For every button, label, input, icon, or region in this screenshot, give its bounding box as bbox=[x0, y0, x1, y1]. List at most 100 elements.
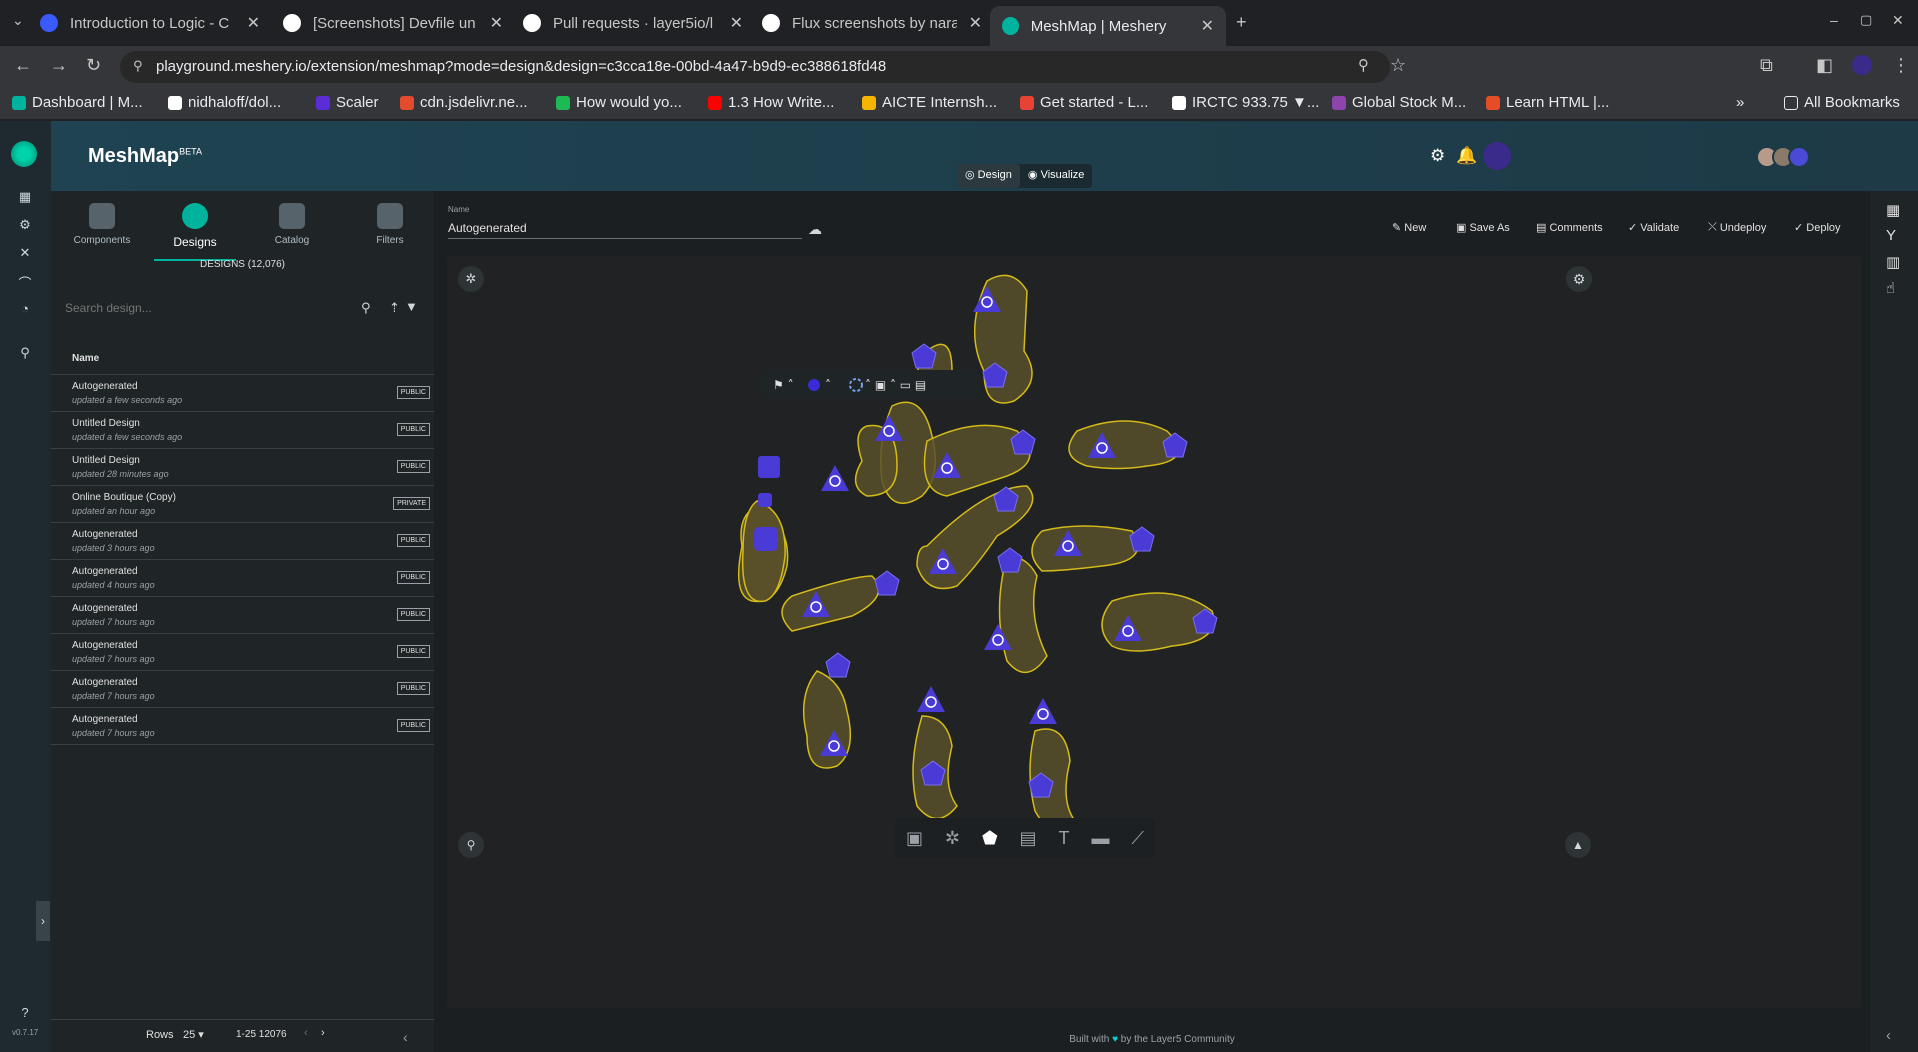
list-item[interactable]: Autogenerated updated 4 hours ago PUBLIC bbox=[51, 560, 434, 597]
close-icon[interactable]: ✕ bbox=[490, 13, 503, 33]
canvas-settings-icon[interactable]: ⚙ bbox=[1566, 266, 1592, 292]
tab-components[interactable]: Components bbox=[64, 203, 140, 246]
reload-icon[interactable]: ↻ bbox=[86, 55, 101, 76]
bookmark-item[interactable]: IRCTC 933.75 ▼... bbox=[1172, 94, 1319, 111]
comments-button[interactable]: ▤ Comments bbox=[1536, 221, 1603, 235]
shapes-tool-icon[interactable]: ⬟ bbox=[982, 828, 998, 849]
visibility-badge[interactable]: PUBLIC bbox=[396, 534, 430, 547]
menu-icon[interactable]: ⋮ bbox=[1892, 55, 1910, 76]
validate-button[interactable]: ✓ Validate bbox=[1628, 221, 1679, 235]
profile-icon[interactable] bbox=[1852, 55, 1872, 75]
close-window-icon[interactable]: ✕ bbox=[1892, 12, 1904, 29]
user-avatar[interactable] bbox=[1483, 142, 1511, 170]
node-group[interactable] bbox=[998, 555, 1048, 673]
kubernetes-tool-icon[interactable]: ✲ bbox=[945, 828, 960, 849]
undeploy-button[interactable]: ⤬ Undeploy bbox=[1708, 221, 1766, 234]
connector-tool-icon[interactable]: ⟋ bbox=[1131, 828, 1144, 849]
deployment-node[interactable] bbox=[1028, 697, 1058, 725]
service-node[interactable] bbox=[997, 547, 1023, 573]
node-toolbar[interactable]: ⚑ ˄ ˄ ˄ ▣ ˄ ▭ ▤ bbox=[762, 370, 979, 398]
bookmark-item[interactable]: Scaler bbox=[316, 94, 379, 111]
more-bookmarks-icon[interactable]: » bbox=[1736, 94, 1744, 111]
collapse-rail-icon[interactable]: ‹ bbox=[1886, 1027, 1902, 1044]
bookmark-item[interactable]: Dashboard | M... bbox=[12, 94, 143, 111]
visualize-mode-button[interactable]: ◉ Visualize bbox=[1020, 164, 1092, 188]
site-info-icon[interactable]: ⚲ bbox=[133, 58, 143, 74]
list-item[interactable]: Autogenerated updated 7 hours ago PUBLIC bbox=[51, 634, 434, 671]
visibility-badge[interactable]: PUBLIC bbox=[396, 423, 430, 436]
tab-search-icon[interactable]: ⌄ bbox=[12, 12, 24, 29]
expand-drawer-button[interactable]: › bbox=[36, 901, 50, 941]
zoom-icon[interactable]: ⚲ bbox=[458, 832, 484, 858]
performance-icon[interactable]: ⌒ bbox=[18, 273, 32, 291]
configuration-icon[interactable]: ✕ bbox=[18, 245, 32, 260]
list-item[interactable]: Autogenerated updated 3 hours ago PUBLIC bbox=[51, 523, 434, 560]
sort-icon[interactable]: ⇡ bbox=[389, 300, 400, 316]
list-item[interactable]: Autogenerated updated 7 hours ago PUBLIC bbox=[51, 597, 434, 634]
forward-icon[interactable]: → bbox=[50, 55, 68, 76]
list-item[interactable]: Autogenerated updated 7 hours ago PUBLIC bbox=[51, 708, 434, 745]
save-as-button[interactable]: ▣ Save As bbox=[1456, 221, 1510, 235]
bookmark-item[interactable]: Get started - L... bbox=[1020, 94, 1148, 111]
close-icon[interactable]: ✕ bbox=[1201, 16, 1214, 36]
rows-per-page-select[interactable]: 25 ▾ bbox=[183, 1028, 204, 1041]
visibility-badge[interactable]: PUBLIC bbox=[396, 608, 430, 621]
close-icon[interactable]: ✕ bbox=[730, 13, 743, 33]
browser-tab-4[interactable]: Flux screenshots by nara ✕ bbox=[762, 8, 982, 38]
list-item[interactable]: Untitled Design updated a few seconds ago… bbox=[51, 412, 434, 449]
side-panel-icon[interactable]: ◧ bbox=[1816, 55, 1833, 76]
visibility-badge[interactable]: PRIVATE bbox=[393, 497, 430, 510]
visibility-badge[interactable]: PUBLIC bbox=[396, 645, 430, 658]
close-icon[interactable]: ✕ bbox=[969, 13, 982, 33]
settings-icon[interactable]: ⚙ bbox=[1430, 146, 1445, 166]
grid-view-icon[interactable]: ▦ bbox=[1886, 201, 1902, 219]
filter-icon[interactable]: ▼ bbox=[405, 299, 418, 314]
topology-graph[interactable]: ⚑ ˄ ˄ ˄ ▣ ˄ ▭ ▤ bbox=[447, 256, 1862, 1008]
list-item[interactable]: Untitled Design updated 28 minutes ago PUB… bbox=[51, 449, 434, 486]
dashboard-icon[interactable]: ▦ bbox=[18, 189, 32, 204]
next-page-icon[interactable]: › bbox=[321, 1027, 325, 1039]
user-node-group[interactable] bbox=[741, 456, 786, 603]
restore-icon[interactable]: ▢ bbox=[1860, 12, 1872, 28]
pin-icon[interactable]: ▲ bbox=[1565, 832, 1591, 858]
tab-designs[interactable]: Designs bbox=[157, 203, 233, 261]
list-item[interactable]: Autogenerated updated a few seconds ago PU… bbox=[51, 375, 434, 412]
node-group[interactable] bbox=[781, 575, 880, 632]
help-icon[interactable]: ? bbox=[18, 1005, 32, 1020]
notification-bell-icon[interactable]: 🔔 bbox=[1456, 146, 1477, 166]
bookmark-item[interactable]: Global Stock M... bbox=[1332, 94, 1466, 111]
tab-catalog[interactable]: Catalog bbox=[254, 203, 330, 246]
comment-tool-icon[interactable]: ▤ bbox=[1020, 828, 1037, 849]
back-icon[interactable]: ← bbox=[14, 55, 32, 76]
close-icon[interactable]: ✕ bbox=[247, 13, 260, 33]
bookmark-item[interactable]: How would yo... bbox=[556, 94, 682, 111]
deployment-node[interactable] bbox=[820, 464, 850, 492]
node-group[interactable] bbox=[1031, 525, 1139, 572]
bookmark-star-icon[interactable]: ☆ bbox=[1390, 55, 1406, 76]
search-input[interactable] bbox=[65, 294, 345, 322]
browser-tab-1[interactable]: Introduction to Logic - C ✕ bbox=[40, 8, 260, 38]
visibility-badge[interactable]: PUBLIC bbox=[396, 571, 430, 584]
collapse-panel-icon[interactable]: ‹ bbox=[403, 1029, 408, 1045]
bookmark-item[interactable]: cdn.jsdelivr.ne... bbox=[400, 94, 528, 111]
lifecycle-icon[interactable]: ⚙ bbox=[18, 217, 32, 232]
list-item[interactable]: Online Boutique (Copy) updated an hour ag… bbox=[51, 486, 434, 523]
url-field[interactable]: playground.meshery.io/extension/meshmap?… bbox=[120, 51, 1390, 83]
browser-tab-2[interactable]: [Screenshots] Devfile un ✕ bbox=[283, 8, 503, 38]
new-tab-icon[interactable]: + bbox=[1236, 12, 1247, 33]
bookmark-item[interactable]: Learn HTML |... bbox=[1486, 94, 1609, 111]
column-header-name[interactable]: Name bbox=[51, 341, 434, 375]
new-button[interactable]: ✎ New bbox=[1392, 221, 1426, 235]
prev-page-icon[interactable]: ‹ bbox=[304, 1027, 308, 1039]
collaborator-avatars[interactable] bbox=[1756, 146, 1810, 168]
browser-tab-5[interactable]: MeshMap | Meshery ✕ bbox=[990, 6, 1226, 46]
deploy-button[interactable]: ✓ Deploy bbox=[1794, 221, 1841, 235]
branch-icon[interactable]: Y bbox=[1886, 227, 1902, 244]
deployment-node[interactable] bbox=[916, 685, 946, 713]
frame-tool-icon[interactable]: ▣ bbox=[906, 828, 923, 849]
avatar[interactable] bbox=[1788, 146, 1810, 168]
meshmap-icon[interactable]: ⚲ bbox=[18, 345, 32, 360]
tab-filters[interactable]: Filters bbox=[352, 203, 428, 246]
visibility-badge[interactable]: PUBLIC bbox=[396, 386, 430, 399]
node-group[interactable] bbox=[1068, 420, 1179, 470]
